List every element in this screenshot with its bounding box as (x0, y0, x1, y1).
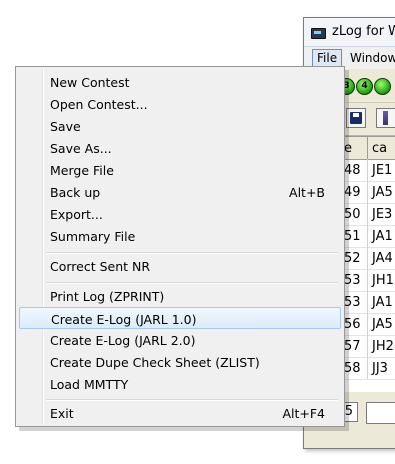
menu-item-back-up[interactable]: Back up Alt+B (19, 181, 341, 203)
menu-item-label: Save (50, 119, 81, 134)
menu-item-label: Correct Sent NR (50, 259, 151, 274)
callsign-input[interactable] (366, 402, 395, 424)
menu-item-label: Merge File (50, 163, 114, 178)
menu-item-load-mmtty[interactable]: Load MMTTY (19, 373, 341, 395)
menu-item-label: Load MMTTY (50, 377, 129, 392)
edit-toolbar-button[interactable] (376, 108, 395, 128)
pencil-icon (383, 111, 388, 125)
menu-item-create-dupe-check-sheet[interactable]: Create Dupe Check Sheet (ZLIST) (19, 351, 341, 373)
column-divider (367, 269, 368, 291)
band-button-5[interactable] (374, 78, 391, 95)
screen: zLog for W File Window 3 4 e ca 48 JE1 4… (0, 0, 395, 464)
column-divider (367, 357, 368, 379)
menu-item-merge-file[interactable]: Merge File (19, 159, 341, 181)
menu-item-shortcut: Alt+F4 (282, 406, 325, 421)
menu-item-new-contest[interactable]: New Contest (19, 71, 341, 93)
column-divider (367, 225, 368, 247)
menu-item-label: Create E-Log (JARL 2.0) (50, 333, 196, 348)
save-toolbar-button[interactable] (346, 108, 366, 128)
column-header-call[interactable]: ca (372, 141, 387, 156)
file-menu: New Contest Open Contest... Save Save As… (15, 66, 345, 427)
column-divider (367, 247, 368, 269)
menu-item-label: Export... (50, 207, 103, 222)
menu-item-label: Print Log (ZPRINT) (50, 289, 165, 304)
menu-item-open-contest[interactable]: Open Contest... (19, 93, 341, 115)
log-callsign: JE1 (372, 163, 393, 178)
log-callsign: JA5 (372, 185, 393, 200)
band-button-4[interactable]: 4 (356, 78, 373, 95)
menu-item-correct-sent-nr[interactable]: Correct Sent NR (19, 255, 341, 277)
log-callsign: JE3 (372, 207, 393, 222)
log-callsign: JA1 (372, 229, 393, 244)
title-bar: zLog for W (304, 18, 395, 47)
log-callsign: JH2 (372, 339, 394, 354)
menu-item-export[interactable]: Export... (19, 203, 341, 225)
menu-separator (46, 282, 338, 284)
column-divider (367, 335, 368, 357)
menu-item-print-log[interactable]: Print Log (ZPRINT) (19, 285, 341, 307)
menu-item-exit[interactable]: Exit Alt+F4 (19, 402, 341, 424)
log-callsign: JJ3 (372, 361, 388, 376)
menu-item-create-elog-jarl-2[interactable]: Create E-Log (JARL 2.0) (19, 329, 341, 351)
app-icon (311, 28, 326, 39)
menu-item-label: Create Dupe Check Sheet (ZLIST) (50, 355, 260, 370)
column-divider (367, 137, 368, 159)
menu-item-label: Create E-Log (JARL 1.0) (51, 312, 197, 327)
column-divider (367, 291, 368, 313)
log-callsign: JA1 (372, 295, 393, 310)
log-callsign: JA5 (372, 317, 393, 332)
column-divider (367, 181, 368, 203)
menu-item-summary-file[interactable]: Summary File (19, 225, 341, 247)
column-divider (367, 203, 368, 225)
menu-item-create-elog-jarl-1[interactable]: Create E-Log (JARL 1.0) (19, 307, 341, 329)
column-divider (367, 159, 368, 181)
menu-item-save[interactable]: Save (19, 115, 341, 137)
menu-item-shortcut: Alt+B (289, 185, 325, 200)
menu-item-label: Back up (50, 185, 101, 200)
menu-window[interactable]: Window (350, 50, 395, 67)
menu-item-label: Summary File (50, 229, 136, 244)
window-title: zLog for W (332, 24, 395, 39)
menu-item-label: Save As... (50, 141, 112, 156)
menu-separator (46, 399, 338, 401)
log-callsign: JA4 (372, 251, 393, 266)
column-divider (367, 313, 368, 335)
menu-item-label: Open Contest... (50, 97, 148, 112)
menu-item-label: New Contest (50, 75, 130, 90)
menu-separator (46, 252, 338, 254)
menu-item-label: Exit (50, 406, 74, 421)
floppy-disk-icon (350, 112, 362, 124)
log-callsign: JH1 (372, 273, 394, 288)
menu-item-save-as[interactable]: Save As... (19, 137, 341, 159)
